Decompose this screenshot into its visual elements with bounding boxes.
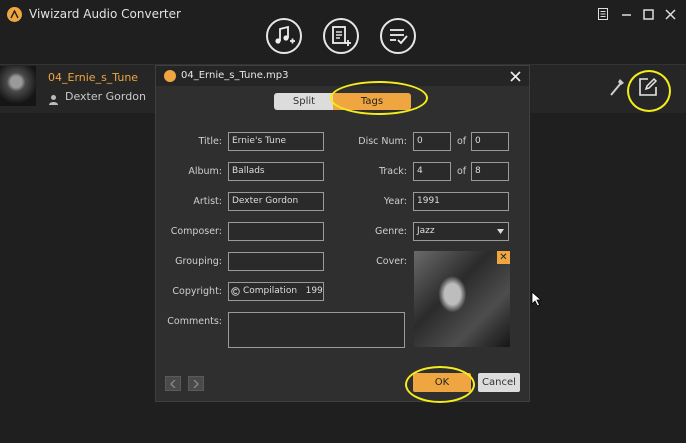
copyright-value: Compilation 1991 [243,286,324,296]
grouping-field[interactable] [228,252,324,271]
comments-label: Comments: [167,316,222,327]
title-label: Title: [198,136,222,147]
remove-cover-icon[interactable]: ✕ [497,251,510,264]
disc-num-field[interactable]: 0 [413,132,451,151]
edit-icon [639,77,658,96]
year-field[interactable]: 1991 [413,192,509,211]
artist-field[interactable]: Dexter Gordon [228,192,324,211]
trim-tool-button[interactable] [607,76,627,98]
track-total-field[interactable]: 8 [471,162,509,181]
cover-label: Cover: [376,256,407,267]
mouse-cursor-icon [531,291,542,307]
track-label: Track: [378,166,407,177]
tab-split[interactable]: Split [274,93,334,110]
close-window-icon[interactable] [660,4,680,24]
app-logo-icon [7,7,22,22]
chevron-right-icon [193,379,199,388]
dialog-header: 04_Ernie_s_Tune.mp3 [156,66,529,86]
file-artist: Dexter Gordon [65,90,146,103]
add-file-icon [332,26,351,46]
add-file-button[interactable] [323,18,359,54]
grouping-label: Grouping: [175,256,222,267]
tab-tags[interactable]: Tags [333,93,411,110]
disc-of-label: of [457,136,467,147]
copyright-field[interactable]: Compilation 1991 [228,282,324,301]
genre-label: Genre: [375,226,407,237]
edit-tags-button[interactable] [637,76,659,98]
dialog-title: 04_Ernie_s_Tune.mp3 [181,70,289,81]
artist-icon [48,90,59,105]
wand-icon [610,79,624,96]
artist-label: Artist: [193,196,222,207]
comments-field[interactable] [228,312,405,348]
add-music-icon [275,25,295,44]
album-thumbnail [0,66,36,106]
track-field[interactable]: 4 [413,162,451,181]
maximize-icon[interactable] [638,4,658,24]
file-name: 04_Ernie_s_Tune [48,71,139,84]
previous-file-button[interactable] [165,376,181,391]
dialog-logo-icon [164,70,176,82]
edit-tags-dialog: 04_Ernie_s_Tune.mp3 Split Tags Title: Al… [155,65,530,402]
add-music-button[interactable] [266,18,302,54]
chevron-down-icon [497,229,504,234]
ok-button[interactable]: OK [413,373,471,392]
year-label: Year: [383,196,407,207]
minimize-icon[interactable] [616,4,636,24]
converted-list-button[interactable] [380,18,416,54]
copyright-label: Copyright: [172,286,222,297]
title-field[interactable]: Ernie's Tune [228,132,324,151]
next-file-button[interactable] [188,376,204,391]
cancel-button[interactable]: Cancel [478,373,520,392]
track-of-label: of [457,166,467,177]
dialog-close-icon[interactable] [507,68,523,84]
composer-label: Composer: [170,226,222,237]
composer-field[interactable] [228,222,324,241]
album-field[interactable]: Ballads [228,162,324,181]
disc-num-label: Disc Num: [358,136,407,147]
album-label: Album: [188,166,222,177]
checklist-icon [390,29,408,45]
menu-icon[interactable] [593,4,613,24]
copyright-icon [231,287,240,296]
genre-value: Jazz [417,226,435,236]
disc-total-field[interactable]: 0 [471,132,509,151]
genre-select[interactable]: Jazz [413,222,509,241]
cover-art-image[interactable] [414,251,510,347]
chevron-left-icon [170,379,176,388]
app-title: Viwizard Audio Converter [29,7,181,21]
